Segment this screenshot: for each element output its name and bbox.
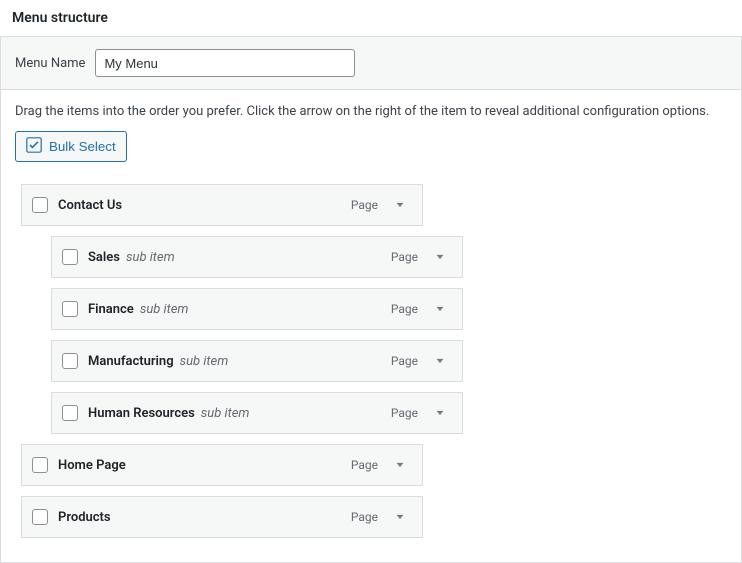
item-type: Page	[391, 302, 418, 316]
item-checkbox[interactable]	[32, 197, 48, 213]
chevron-down-icon[interactable]	[428, 349, 452, 373]
menu-item[interactable]: Contact Us Page	[21, 184, 423, 226]
item-checkbox[interactable]	[62, 353, 78, 369]
item-checkbox[interactable]	[32, 457, 48, 473]
item-title: Human Resources	[88, 406, 195, 421]
panel-title: Menu structure	[0, 0, 742, 36]
menu-item[interactable]: Products Page	[21, 496, 423, 538]
item-title: Home Page	[58, 458, 126, 473]
menu-name-input[interactable]	[95, 49, 355, 77]
chevron-down-icon[interactable]	[428, 401, 452, 425]
item-title: Sales	[88, 250, 120, 265]
item-type: Page	[351, 458, 378, 472]
item-type: Page	[391, 406, 418, 420]
instructions-text: Drag the items into the order you prefer…	[15, 104, 727, 119]
item-checkbox[interactable]	[62, 301, 78, 317]
menu-name-label: Menu Name	[15, 56, 85, 71]
sub-item-label: sub item	[180, 354, 229, 369]
bulk-select-label: Bulk Select	[49, 139, 116, 154]
sub-item-label: sub item	[201, 406, 250, 421]
menu-item[interactable]: Finance sub item Page	[51, 288, 463, 330]
bulk-select-button[interactable]: Bulk Select	[15, 131, 127, 162]
chevron-down-icon[interactable]	[388, 453, 412, 477]
chevron-down-icon[interactable]	[428, 245, 452, 269]
checkbox-checked-icon	[26, 137, 42, 156]
item-type: Page	[351, 510, 378, 524]
chevron-down-icon[interactable]	[388, 505, 412, 529]
menu-item[interactable]: Manufacturing sub item Page	[51, 340, 463, 382]
item-type: Page	[391, 250, 418, 264]
item-type: Page	[391, 354, 418, 368]
item-title: Finance	[88, 302, 134, 317]
menu-item[interactable]: Sales sub item Page	[51, 236, 463, 278]
item-title: Products	[58, 510, 111, 525]
sub-item-label: sub item	[126, 250, 175, 265]
menu-item[interactable]: Home Page Page	[21, 444, 423, 486]
item-title: Manufacturing	[88, 354, 174, 369]
item-type: Page	[351, 198, 378, 212]
sub-item-label: sub item	[140, 302, 189, 317]
menu-items-list: Contact Us Page Sales sub item Page Fina…	[15, 184, 727, 538]
item-checkbox[interactable]	[62, 249, 78, 265]
item-checkbox[interactable]	[62, 405, 78, 421]
item-title: Contact Us	[58, 198, 122, 213]
menu-item[interactable]: Human Resources sub item Page	[51, 392, 463, 434]
chevron-down-icon[interactable]	[428, 297, 452, 321]
item-checkbox[interactable]	[32, 509, 48, 525]
chevron-down-icon[interactable]	[388, 193, 412, 217]
